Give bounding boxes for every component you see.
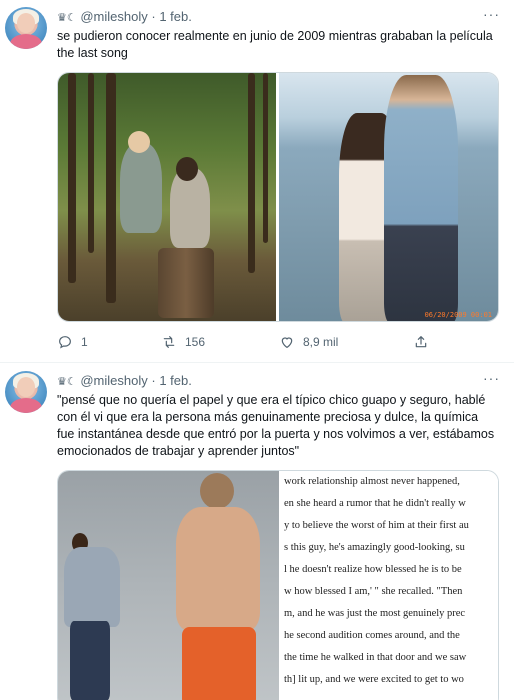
more-options-button[interactable]: ··· <box>483 370 500 386</box>
retweet-count: 156 <box>185 335 206 349</box>
article-line: y to believe the worst of him at their f… <box>284 520 469 531</box>
reply-button[interactable]: 1 <box>57 334 88 350</box>
tweet-actions: 1 156 8,9 mil <box>57 334 437 356</box>
more-options-button[interactable]: ··· <box>483 6 500 22</box>
tweet-header: ♛☾ @milesholy · 1 feb. <box>57 9 192 24</box>
article-line: the time he walked in that door and we s… <box>284 652 467 663</box>
tweet[interactable]: ♛☾ @milesholy · 1 feb. ··· "pensé que no… <box>0 364 514 700</box>
reply-count: 1 <box>81 335 88 349</box>
divider <box>0 362 514 363</box>
display-name[interactable]: ♛☾ <box>57 12 77 24</box>
article-line: en she heard a rumor that he didn't real… <box>284 498 466 509</box>
photo-studio[interactable] <box>58 471 279 700</box>
article-line: th] lit up, and we were excited to get t… <box>284 674 464 685</box>
tweet-media[interactable]: 06/20/2009 00:01 <box>57 72 499 322</box>
article-line: m, and he was just the most genuinely pr… <box>284 608 466 619</box>
handle[interactable]: @milesholy <box>80 373 147 388</box>
like-button[interactable]: 8,9 mil <box>279 334 338 350</box>
article-excerpt: work relationship almost never happened,… <box>279 471 498 700</box>
article-line: he second audition comes around, and the <box>284 630 460 641</box>
avatar[interactable] <box>5 371 47 413</box>
tweet-media[interactable]: work relationship almost never happened,… <box>57 470 499 700</box>
share-button[interactable] <box>413 334 429 350</box>
tweet-date[interactable]: 1 feb. <box>159 373 192 388</box>
reply-icon <box>59 336 71 349</box>
display-name[interactable]: ♛☾ <box>57 376 77 388</box>
heart-icon <box>281 337 293 349</box>
share-icon <box>415 336 427 348</box>
separator: · <box>151 9 156 24</box>
tweet[interactable]: ♛☾ @milesholy · 1 feb. ··· se pudieron c… <box>0 0 514 360</box>
separator: · <box>151 373 156 388</box>
photo-forest[interactable] <box>58 73 276 321</box>
like-count: 8,9 mil <box>303 335 339 349</box>
retweet-button[interactable]: 156 <box>161 334 205 350</box>
tweet-text: "pensé que no quería el papel y que era … <box>57 393 495 458</box>
tweet-text: se pudieron conocer realmente en junio d… <box>57 29 493 60</box>
retweet-icon <box>163 336 175 348</box>
article-line: s this guy, he's amazingly good-looking,… <box>284 542 465 553</box>
article-line: w how blessed I am,' " she recalled. "Th… <box>284 586 463 597</box>
article-line: work relationship almost never happened, <box>284 476 460 487</box>
tweet-date[interactable]: 1 feb. <box>159 9 192 24</box>
photo-timestamp: 06/20/2009 00:01 <box>424 311 492 319</box>
tweet-header: ♛☾ @milesholy · 1 feb. <box>57 373 192 388</box>
article-line: l he doesn't realize how blessed he is t… <box>284 564 462 575</box>
avatar[interactable] <box>5 7 47 49</box>
handle[interactable]: @milesholy <box>80 9 147 24</box>
photo-lake[interactable]: 06/20/2009 00:01 <box>279 73 498 321</box>
